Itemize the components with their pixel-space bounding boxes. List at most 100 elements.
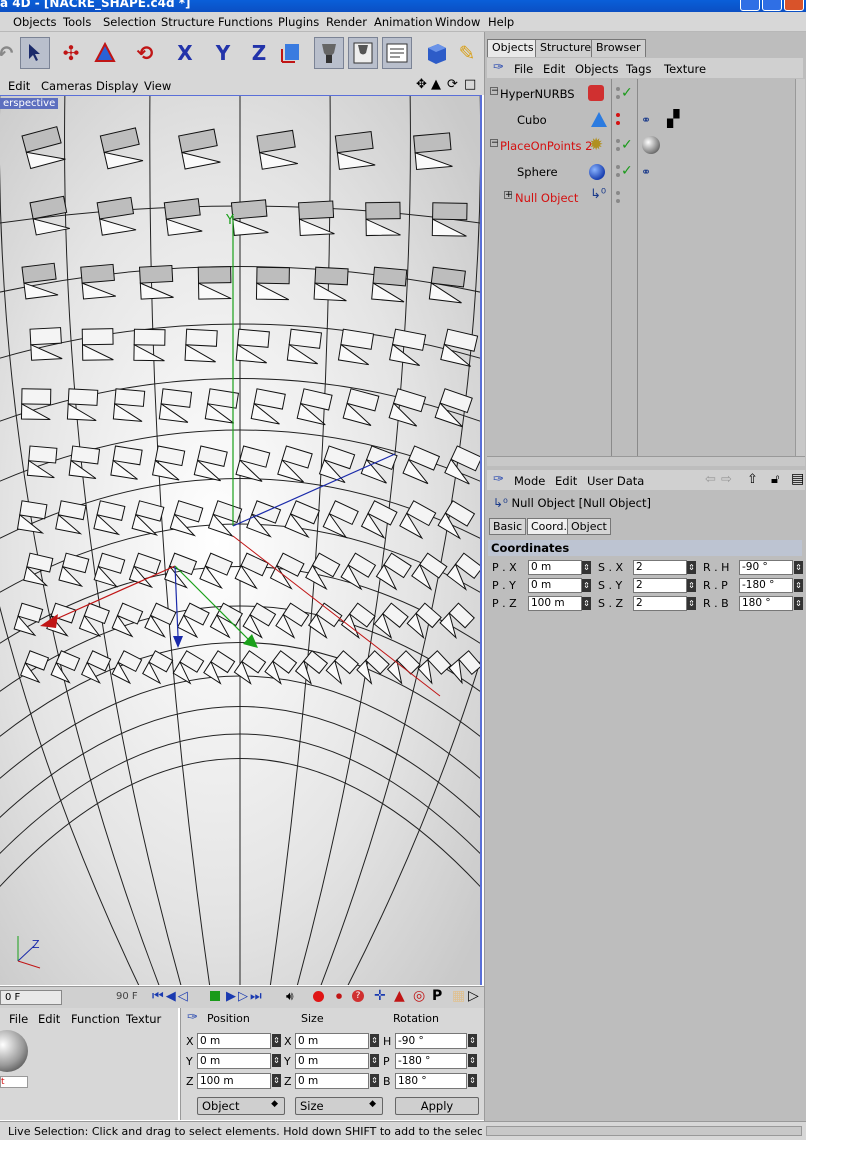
pos-z-field[interactable]: 100 m [197,1073,271,1089]
menu-animation[interactable]: Animation [374,15,433,29]
sz-field[interactable]: 2 [633,596,687,611]
pos-z-spinner[interactable]: ⇕ [272,1074,281,1087]
menu-structure[interactable]: Structure [161,15,215,29]
viewport-menu-cameras[interactable]: Cameras [41,79,92,93]
enabled-check-icon[interactable]: ✓ [621,163,633,179]
timeline-menu-icon[interactable]: ▷ [468,988,479,1004]
list-item[interactable]: − PlaceOnPoints 2 ✹ ✓ [487,135,797,157]
rot-p-field[interactable]: -180 ° [395,1053,467,1069]
minimize-button[interactable] [740,0,760,11]
scale-icon[interactable] [90,37,120,69]
px-field[interactable]: 0 m [528,560,582,575]
list-item[interactable]: Cubo ⚭ ▞ [487,109,797,131]
param-key-icon[interactable]: P [432,988,442,1004]
rb-field[interactable]: 180 ° [739,596,793,611]
tab-coord[interactable]: Coord. [527,518,571,535]
sz-spinner[interactable]: ⇕ [687,597,696,610]
rot-h-field[interactable]: -90 ° [395,1033,467,1049]
live-selection-icon[interactable] [20,37,50,69]
close-button[interactable] [784,0,804,11]
rb-spinner[interactable]: ⇕ [794,597,803,610]
object-tree-hscrollbar[interactable] [487,456,805,466]
tab-structure[interactable]: Structure [535,39,597,57]
scale-key-icon[interactable]: ▲ [394,988,405,1004]
menu-tools[interactable]: Tools [63,15,91,29]
list-item[interactable]: − HyperNURBS ✓ [487,83,797,105]
menu-window[interactable]: Window [435,15,480,29]
back-arrow-icon[interactable]: ⇦ [705,472,716,487]
undo-icon[interactable]: ↶ [0,37,20,69]
menu-help[interactable]: Help [488,15,514,29]
viewport-move-icon[interactable]: ✥ [416,77,427,92]
sx-field[interactable]: 2 [633,560,687,575]
rot-p-spinner[interactable]: ⇕ [468,1054,477,1067]
rh-spinner[interactable]: ⇕ [794,561,803,574]
objects-menu-tags[interactable]: Tags [626,62,651,76]
pos-x-field[interactable]: 0 m [197,1033,271,1049]
forward-controls[interactable]: ▶▷⏭ [226,989,264,1004]
apply-button[interactable]: Apply [395,1097,479,1115]
x-axis-lock-icon[interactable]: X [170,37,200,69]
collapse-toggle[interactable]: − [490,87,499,96]
z-axis-lock-icon[interactable]: Z [244,37,274,69]
menu-render[interactable]: Render [326,15,367,29]
viewport-menu-view[interactable]: View [144,79,171,93]
render-settings-icon[interactable] [382,37,412,69]
autokey-icon[interactable]: ⏺ [336,989,342,1004]
pz-field[interactable]: 100 m [528,596,582,611]
stop-icon[interactable] [210,991,220,1001]
attributes-menu-user-data[interactable]: User Data [587,474,644,488]
objects-menu-file[interactable]: File [514,62,533,76]
mode-dropdown[interactable]: Object ◆ [197,1097,285,1115]
menu-functions[interactable]: Functions [218,15,273,29]
material-label[interactable]: t [0,1076,28,1088]
tab-objects[interactable]: Objects [487,39,539,57]
list-item[interactable]: + Null Object ↳⁰ [487,187,797,209]
size-y-spinner[interactable]: ⇕ [370,1054,379,1067]
px-spinner[interactable]: ⇕ [582,561,591,574]
material-menu-texture[interactable]: Textur [126,1012,161,1026]
material-tag-icon[interactable]: ▞ [667,109,679,128]
new-panel-icon[interactable]: ▤ [791,471,804,487]
pin-icon[interactable]: ✑ [187,1010,198,1025]
rot-b-field[interactable]: 180 ° [395,1073,467,1089]
up-arrow-icon[interactable]: ⇧ [747,472,758,487]
move-icon[interactable]: ✣ [56,37,86,69]
tab-object[interactable]: Object [567,518,611,535]
sy-field[interactable]: 2 [633,578,687,593]
rotate-icon[interactable]: ⟲ [130,37,160,69]
py-spinner[interactable]: ⇕ [582,579,591,592]
render-picture-viewer-icon[interactable] [348,37,378,69]
sy-spinner[interactable]: ⇕ [687,579,696,592]
menu-selection[interactable]: Selection [103,15,156,29]
collapse-toggle[interactable]: − [490,139,499,148]
tab-browser[interactable]: Browser [591,39,646,57]
viewport-menu-display[interactable]: Display [96,79,138,93]
enabled-check-icon[interactable]: ✓ [621,85,633,101]
move-key-icon[interactable]: ✛ [374,988,386,1004]
material-menu-function[interactable]: Function [71,1012,120,1026]
pos-y-spinner[interactable]: ⇕ [272,1054,281,1067]
material-preview[interactable] [0,1030,28,1072]
menu-plugins[interactable]: Plugins [278,15,319,29]
rot-h-spinner[interactable]: ⇕ [468,1034,477,1047]
tab-basic[interactable]: Basic [489,518,527,535]
rp-field[interactable]: -180 ° [739,578,793,593]
size-mode-dropdown[interactable]: Size ◆ [295,1097,383,1115]
size-z-spinner[interactable]: ⇕ [370,1074,379,1087]
y-axis-lock-icon[interactable]: Y [208,37,238,69]
tag-icon[interactable]: ⚭ [641,113,651,127]
objects-menu-objects[interactable]: Objects [575,62,618,76]
perspective-viewport[interactable]: Y Z erspective [0,95,482,985]
help-icon[interactable]: ? [352,990,364,1002]
material-menu-edit[interactable]: Edit [38,1012,60,1026]
pos-y-field[interactable]: 0 m [197,1053,271,1069]
coordinate-system-icon[interactable] [276,37,306,69]
viewport-zoom-icon[interactable]: ▲ [431,77,441,92]
expand-toggle[interactable]: + [504,191,513,200]
objects-menu-edit[interactable]: Edit [543,62,565,76]
pla-key-icon[interactable]: ▦ [452,988,465,1004]
list-item[interactable]: Sphere ✓ ⚭ [487,161,797,183]
enabled-check-icon[interactable]: ✓ [621,137,633,153]
playback-controls[interactable]: ⏮◀◁ [152,989,190,1004]
